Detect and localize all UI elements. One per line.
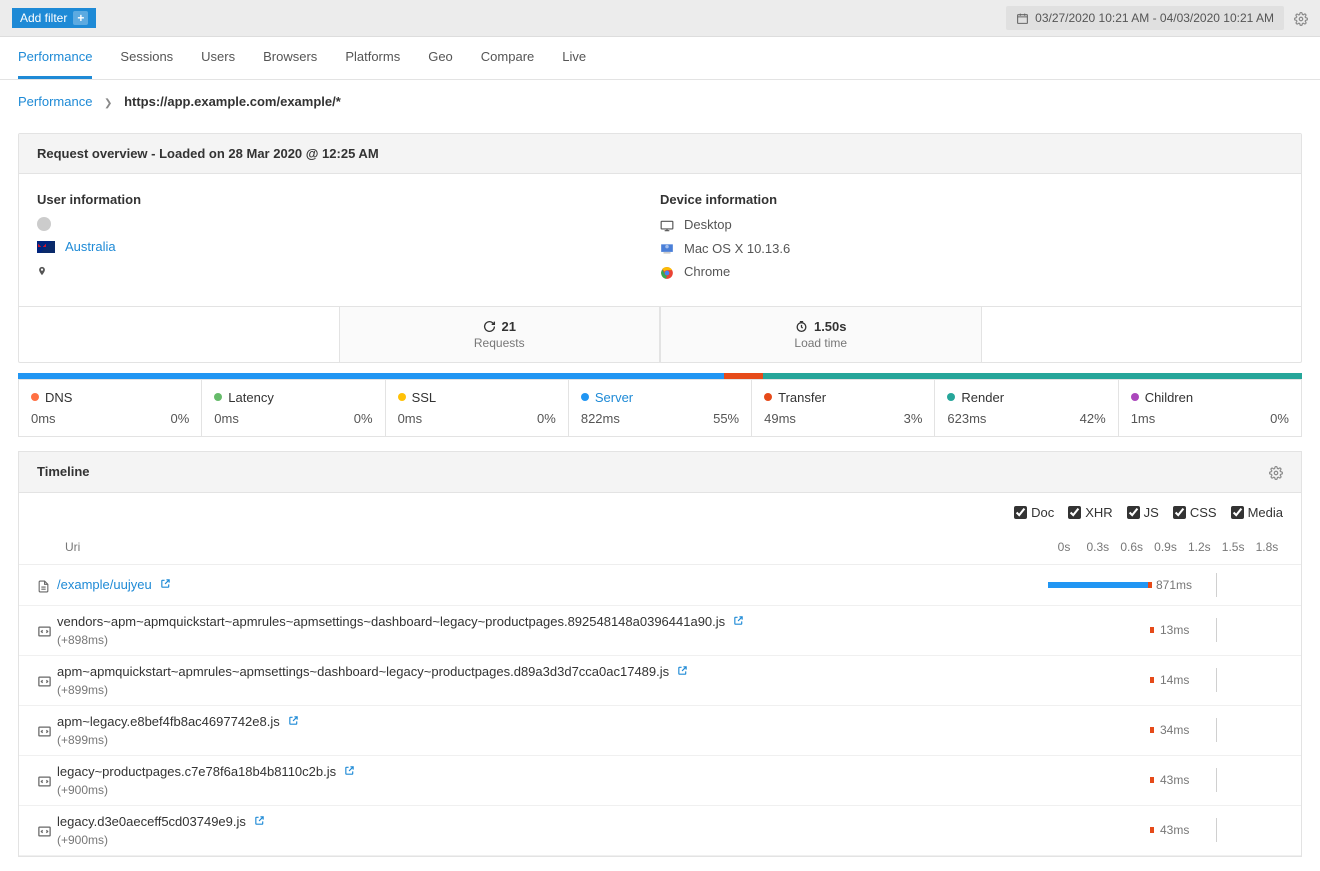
stat-loadtime: 1.50s Load time xyxy=(660,307,982,362)
external-link-icon[interactable] xyxy=(733,614,744,626)
timeline-col-header: Uri 0s0.3s0.6s0.9s1.2s1.5s1.8s xyxy=(19,532,1301,565)
device-info-title: Device information xyxy=(660,192,1283,207)
breadcrumb: Performance ❯ https://app.example.com/ex… xyxy=(0,80,1320,123)
metrics-grid: DNS 0ms0%Latency 0ms0%SSL 0ms0%Server 82… xyxy=(18,379,1302,437)
tab-users[interactable]: Users xyxy=(201,37,235,79)
metric-transfer: Transfer 49ms3% xyxy=(752,380,935,436)
metric-ssl: SSL 0ms0% xyxy=(386,380,569,436)
device-type: Desktop xyxy=(684,217,732,232)
pin-icon xyxy=(37,262,47,278)
browser-name: Chrome xyxy=(684,264,730,279)
filter-xhr[interactable]: XHR xyxy=(1068,505,1112,520)
tab-sessions[interactable]: Sessions xyxy=(120,37,173,79)
timeline-filters: Doc XHR JS CSS Media xyxy=(19,493,1301,532)
tick: 0.6s xyxy=(1116,540,1148,554)
timeline-uri[interactable]: apm~legacy.e8bef4fb8ac4697742e8.js (+899… xyxy=(57,714,1048,747)
flag-au-icon xyxy=(37,241,55,253)
metric-server: Server 822ms55% xyxy=(569,380,752,436)
external-link-icon[interactable] xyxy=(344,764,355,776)
timeline-row: apm~legacy.e8bef4fb8ac4697742e8.js (+899… xyxy=(19,706,1301,756)
filter-css[interactable]: CSS xyxy=(1173,505,1217,520)
stat-empty-left xyxy=(19,307,339,362)
timeline-rows: /example/uujyeu 871ms vendors~apm~apmqui… xyxy=(19,565,1301,856)
overview-panel: Request overview - Loaded on 28 Mar 2020… xyxy=(18,133,1302,363)
country-link[interactable]: Australia xyxy=(65,239,116,254)
device-info-col: Device information Desktop Mac OS X 10.1… xyxy=(660,192,1283,288)
tick: 0.9s xyxy=(1149,540,1181,554)
breadcrumb-current: https://app.example.com/example/* xyxy=(124,94,341,109)
os-name: Mac OS X 10.13.6 xyxy=(684,241,790,256)
external-link-icon[interactable] xyxy=(288,714,299,726)
tab-platforms[interactable]: Platforms xyxy=(345,37,400,79)
metric-dns: DNS 0ms0% xyxy=(19,380,202,436)
stat-empty-right xyxy=(982,307,1302,362)
code-icon xyxy=(37,622,57,638)
timeline-row: legacy.d3e0aeceff5cd03749e9.js (+900ms) … xyxy=(19,806,1301,856)
timeline-title: Timeline xyxy=(37,464,90,479)
tick: 0s xyxy=(1048,540,1080,554)
refresh-icon xyxy=(483,320,496,333)
timeline-bar: 14ms xyxy=(1048,668,1283,692)
metric-stacked-bar xyxy=(18,373,1302,379)
timeline-bar: 13ms xyxy=(1048,618,1283,642)
metric-latency: Latency 0ms0% xyxy=(202,380,385,436)
external-link-icon[interactable] xyxy=(254,814,265,826)
desktop-icon xyxy=(660,217,674,233)
tick: 1.8s xyxy=(1251,540,1283,554)
tab-compare[interactable]: Compare xyxy=(481,37,534,79)
gear-icon[interactable] xyxy=(1294,10,1308,26)
doc-icon xyxy=(37,577,57,592)
timeline-panel: Timeline Doc XHR JS CSS Media Uri 0s0.3s… xyxy=(18,451,1302,857)
clock-icon xyxy=(795,320,808,333)
timeline-bar: 43ms xyxy=(1048,768,1283,792)
filter-js[interactable]: JS xyxy=(1127,505,1159,520)
code-icon xyxy=(37,822,57,838)
gear-icon[interactable] xyxy=(1269,464,1283,480)
timeline-bar: 871ms xyxy=(1048,573,1283,597)
chevron-right-icon: ❯ xyxy=(104,98,112,109)
tab-performance[interactable]: Performance xyxy=(18,37,92,79)
tick: 1.5s xyxy=(1217,540,1249,554)
plus-icon: + xyxy=(73,11,88,25)
timeline-bar: 34ms xyxy=(1048,718,1283,742)
tab-browsers[interactable]: Browsers xyxy=(263,37,317,79)
timeline-uri[interactable]: legacy~productpages.c7e78f6a18b4b8110c2b… xyxy=(57,764,1048,797)
metric-children: Children 1ms0% xyxy=(1119,380,1301,436)
filter-doc[interactable]: Doc xyxy=(1014,505,1054,520)
code-icon xyxy=(37,722,57,738)
stat-requests: 21 Requests xyxy=(339,307,661,362)
timeline-row: apm~apmquickstart~apmrules~apmsettings~d… xyxy=(19,656,1301,706)
timeline-uri[interactable]: apm~apmquickstart~apmrules~apmsettings~d… xyxy=(57,664,1048,697)
code-icon xyxy=(37,772,57,788)
calendar-icon xyxy=(1016,12,1029,25)
tick: 1.2s xyxy=(1183,540,1215,554)
tab-geo[interactable]: Geo xyxy=(428,37,453,79)
timeline-uri[interactable]: /example/uujyeu xyxy=(57,577,1048,592)
overview-header: Request overview - Loaded on 28 Mar 2020… xyxy=(19,134,1301,174)
timeline-row: vendors~apm~apmquickstart~apmrules~apmse… xyxy=(19,606,1301,656)
breadcrumb-root[interactable]: Performance xyxy=(18,94,92,109)
chrome-icon xyxy=(660,264,674,280)
apple-icon xyxy=(660,241,674,257)
user-info-col: User information Australia xyxy=(37,192,660,288)
nav-tabs: Performance Sessions Users Browsers Platform… xyxy=(0,37,1320,80)
timeline-uri[interactable]: legacy.d3e0aeceff5cd03749e9.js (+900ms) xyxy=(57,814,1048,847)
user-icon xyxy=(37,217,51,231)
external-link-icon[interactable] xyxy=(677,664,688,676)
timeline-bar: 43ms xyxy=(1048,818,1283,842)
timeline-row: legacy~productpages.c7e78f6a18b4b8110c2b… xyxy=(19,756,1301,806)
timeline-row: /example/uujyeu 871ms xyxy=(19,565,1301,606)
date-range-picker[interactable]: 03/27/2020 10:21 AM - 04/03/2020 10:21 A… xyxy=(1006,6,1284,30)
tick: 0.3s xyxy=(1082,540,1114,554)
tab-live[interactable]: Live xyxy=(562,37,586,79)
timeline-uri[interactable]: vendors~apm~apmquickstart~apmrules~apmse… xyxy=(57,614,1048,647)
add-filter-button[interactable]: Add filter + xyxy=(12,8,96,28)
top-bar: Add filter + 03/27/2020 10:21 AM - 04/03… xyxy=(0,0,1320,37)
code-icon xyxy=(37,672,57,688)
stats-row: 21 Requests 1.50s Load time xyxy=(19,306,1301,362)
metric-render: Render 623ms42% xyxy=(935,380,1118,436)
user-info-title: User information xyxy=(37,192,660,207)
filter-media[interactable]: Media xyxy=(1231,505,1283,520)
external-link-icon[interactable] xyxy=(160,577,171,589)
